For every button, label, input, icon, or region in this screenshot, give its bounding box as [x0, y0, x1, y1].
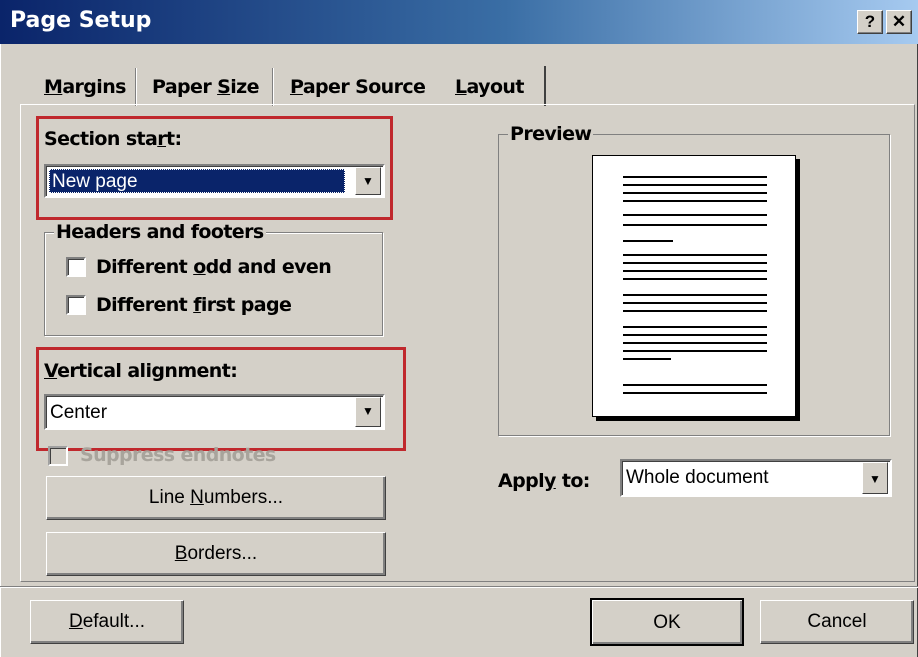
tab-separator	[272, 68, 274, 106]
apply-to-label: Apply to:	[498, 470, 590, 492]
headers-footers-group	[44, 232, 383, 336]
ok-button[interactable]: OK	[590, 598, 744, 646]
divider	[0, 587, 918, 588]
tab-margins[interactable]: Margins	[44, 76, 126, 106]
apply-to-value: Whole document	[626, 467, 769, 488]
tab-separator	[135, 68, 137, 106]
preview-page	[592, 155, 796, 417]
first-page-checkbox[interactable]	[66, 295, 86, 315]
borders-button[interactable]: Borders...	[46, 532, 386, 576]
line-numbers-button[interactable]: Line Numbers...	[46, 476, 386, 520]
highlight-box-vertical-alignment	[36, 347, 406, 451]
odd-even-label: Different odd and even	[96, 256, 332, 278]
active-tab-edge	[544, 66, 546, 106]
suppress-endnotes-checkbox[interactable]	[48, 446, 68, 466]
window-border-left	[0, 44, 1, 657]
apply-to-dropdown[interactable]: Whole document ▼	[620, 459, 892, 497]
first-page-label: Different first page	[96, 294, 292, 316]
default-button[interactable]: Default...	[30, 600, 184, 644]
highlight-box-section-start	[36, 116, 393, 220]
close-icon[interactable]: ✕	[886, 10, 912, 34]
tab-layout[interactable]: Layout	[455, 76, 524, 106]
preview-legend: Preview	[508, 123, 594, 145]
headers-footers-legend: Headers and footers	[54, 221, 266, 243]
tab-paper-source[interactable]: Paper Source	[290, 76, 426, 106]
suppress-endnotes-label: Suppress endnotes	[80, 444, 276, 466]
odd-even-checkbox[interactable]	[66, 257, 86, 277]
window-title: Page Setup	[10, 8, 152, 33]
chevron-down-icon[interactable]: ▼	[862, 462, 888, 494]
title-bar[interactable]: Page Setup ? ✕	[0, 0, 918, 44]
cancel-button[interactable]: Cancel	[760, 600, 914, 644]
help-button[interactable]: ?	[857, 10, 883, 34]
tab-paper-size[interactable]: Paper Size	[152, 76, 259, 106]
